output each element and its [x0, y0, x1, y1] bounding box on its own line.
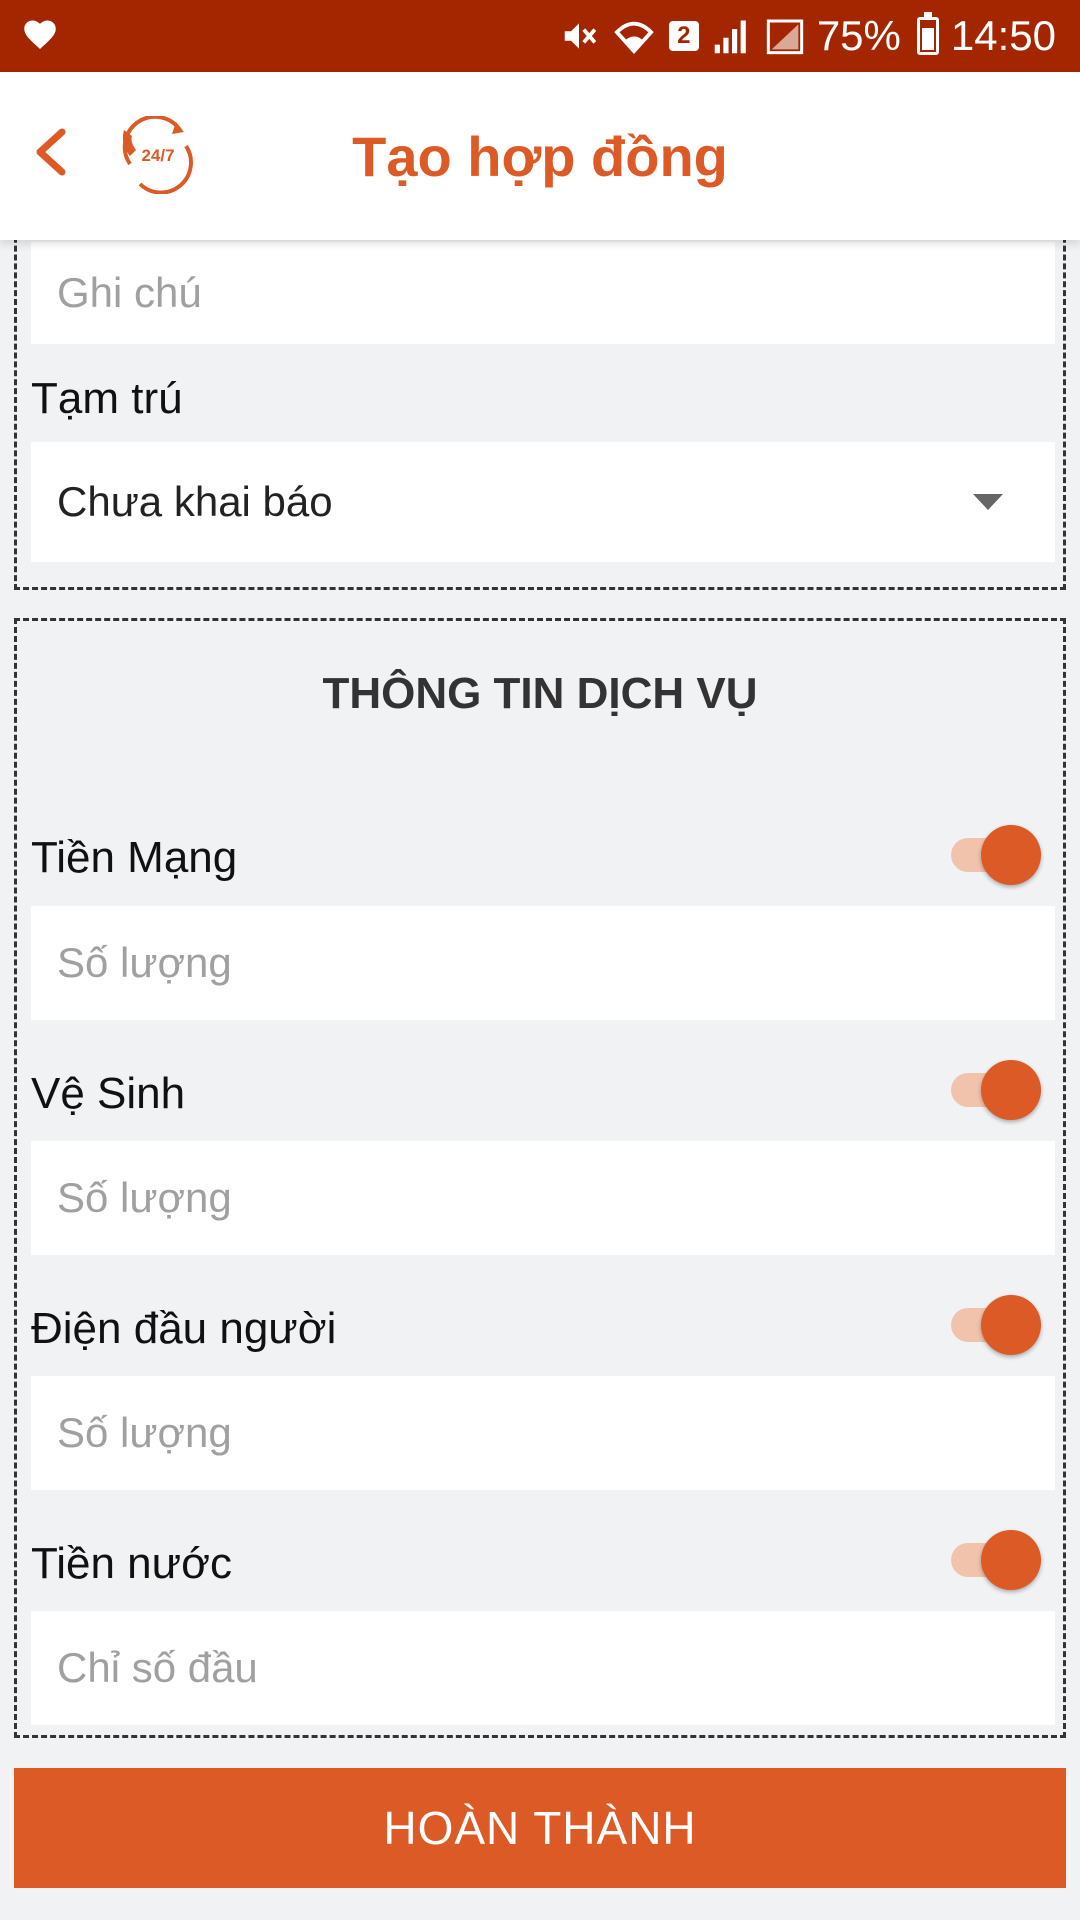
service-info-section: THÔNG TIN DỊCH VỤ Tiền Mạng Số lượng Vệ …	[14, 618, 1066, 1738]
quantity-input[interactable]: Số lượng	[31, 1376, 1055, 1490]
complete-button[interactable]: HOÀN THÀNH	[14, 1768, 1066, 1888]
service-toggle[interactable]	[947, 1293, 1045, 1355]
note-field[interactable]: Ghi chú	[31, 242, 1055, 344]
service-label: Điện đầu người	[31, 1304, 337, 1353]
status-indicators: 2 75% 14:50	[559, 12, 1056, 60]
service-toggle[interactable]	[947, 1058, 1045, 1120]
clock: 14:50	[950, 12, 1056, 59]
quantity-input[interactable]: Số lượng	[31, 1141, 1055, 1255]
toggle-thumb	[981, 1295, 1041, 1355]
toggle-thumb	[981, 1060, 1041, 1120]
service-label: Tiền Mạng	[31, 833, 238, 882]
wifi-icon	[611, 17, 657, 55]
service-toggle[interactable]	[947, 823, 1045, 885]
signal-icon	[765, 17, 805, 55]
quantity-placeholder: Số lượng	[57, 1174, 232, 1221]
quantity-placeholder: Số lượng	[57, 939, 232, 986]
dropdown-arrow-icon	[973, 494, 1003, 510]
quantity-placeholder: Số lượng	[57, 1409, 232, 1456]
initial-reading-input[interactable]: Chỉ số đầu	[31, 1611, 1055, 1725]
battery-percent: 75%	[816, 12, 901, 59]
residence-label: Tạm trú	[31, 374, 183, 423]
sim-badge: 2	[668, 21, 699, 51]
quantity-input[interactable]: Số lượng	[31, 906, 1055, 1020]
battery-icon	[916, 12, 939, 55]
heart-icon	[22, 17, 58, 56]
initial-reading-placeholder: Chỉ số đầu	[57, 1644, 258, 1691]
app-bar: 24/7 Tạo hợp đồng	[0, 72, 1080, 240]
residence-value: Chưa khai báo	[57, 478, 333, 525]
service-label: Vệ Sinh	[31, 1069, 186, 1118]
toggle-thumb	[981, 1530, 1041, 1590]
status-bar: 2 75% 14:50	[0, 0, 1080, 72]
section-heading: THÔNG TIN DỊCH VỤ	[322, 669, 758, 718]
note-placeholder: Ghi chú	[57, 269, 202, 316]
mute-icon	[559, 17, 599, 55]
personal-info-section: Ghi chú Tạm trú Chưa khai báo	[14, 210, 1066, 590]
page-title: Tạo hợp đồng	[352, 125, 728, 188]
toggle-thumb	[981, 825, 1041, 885]
signal-icon	[711, 17, 753, 55]
residence-dropdown[interactable]: Chưa khai báo	[31, 442, 1055, 562]
service-label: Tiền nước	[31, 1539, 232, 1588]
service-toggle[interactable]	[947, 1528, 1045, 1590]
